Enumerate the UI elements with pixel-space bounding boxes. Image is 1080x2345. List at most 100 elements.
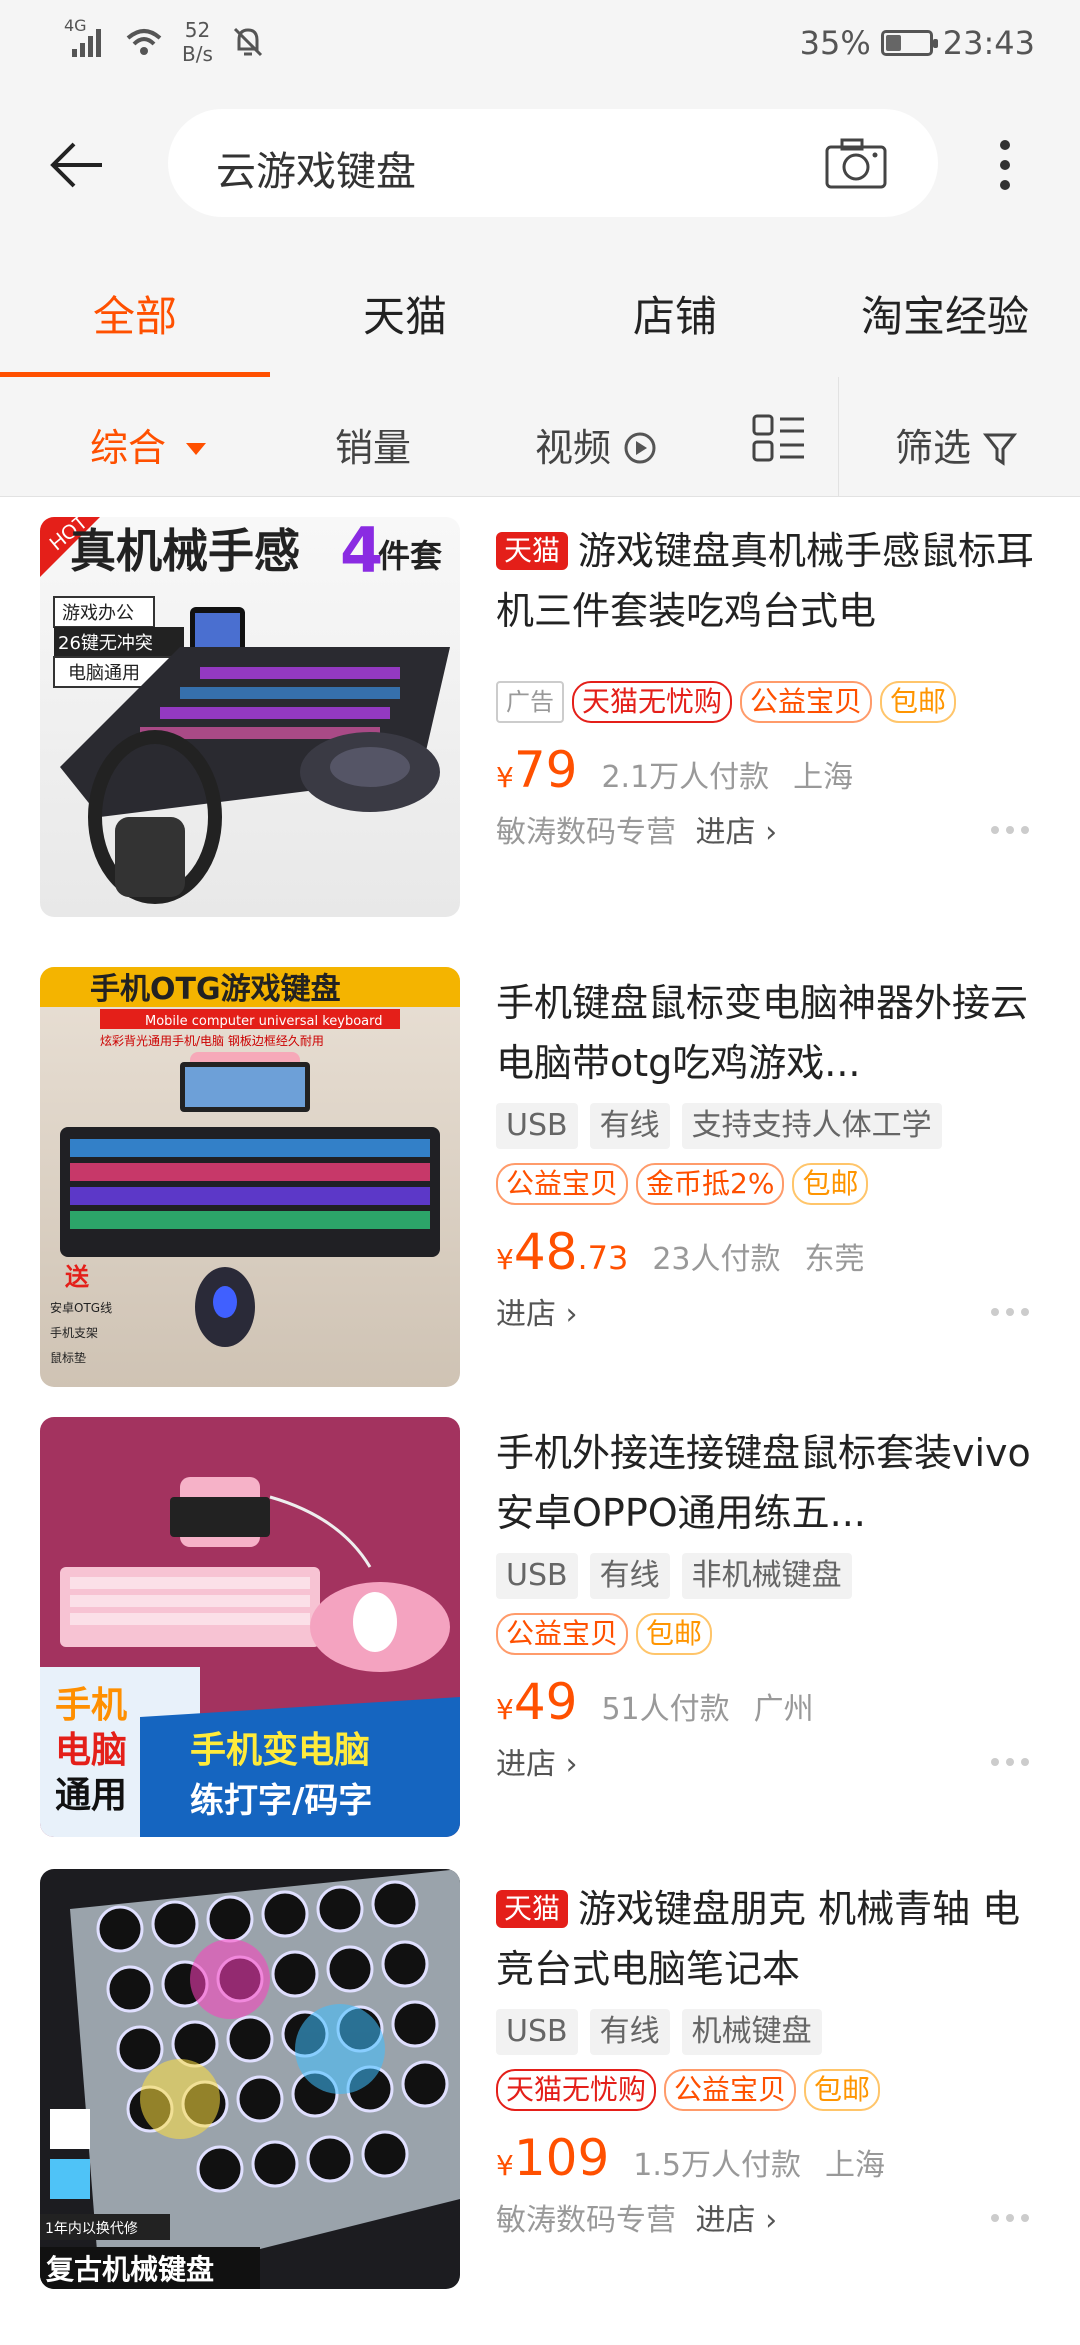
image-subtitle: Mobile computer universal keyboard [145,1014,383,1029]
price: 79 [513,741,578,799]
shop-row: 进店 › [496,1289,1040,1333]
ad-label: 广告 [496,681,564,723]
tab-all[interactable]: 全部 [0,235,270,377]
enter-shop-link[interactable]: 进店 › [496,1297,578,1332]
product-image[interactable]: 手机OTG游戏键盘 Mobile computer universal keyb… [40,967,460,1387]
product-title[interactable]: 手机键盘鼠标变电脑神器外接云电脑带otg吃鸡游戏... [496,973,1040,1093]
product-info: 天猫 游戏键盘朋克 机械青轴 电竞台式电脑笔记本 USB 有线 机械键盘 天猫无忧… [496,1879,1040,2239]
product-info: 手机键盘鼠标变电脑神器外接云电脑带otg吃鸡游戏... USB 有线 支持支持人… [496,973,1040,1333]
product-image[interactable]: 1年内以换代修 复古机械键盘 [40,1869,460,2289]
filter-button[interactable]: 筛选 [895,417,1018,472]
product-card[interactable]: 手机OTG游戏键盘 Mobile computer universal keyb… [0,953,1080,1409]
product-title[interactable]: 天猫 游戏键盘真机械手感鼠标耳机三件套装吃鸡台式电 [496,521,1040,641]
image-headline: 手机OTG游戏键盘 [90,972,341,1007]
shop-name[interactable]: 敏涛数码专营 [496,815,676,850]
layout-toggle-button[interactable] [752,413,806,463]
more-horizontal-icon[interactable] [990,1757,1030,1767]
product-info: 手机外接连接键盘鼠标套装vivo安卓OPPO通用练五... USB 有线 非机械… [496,1423,1040,1783]
image-box2: 26键无冲突 [58,633,153,654]
product-card[interactable]: HOT 真机械手感 4 件套 游戏办公 26键无冲突 电脑通用 天猫 游戏键盘真… [0,497,1080,953]
attr-wired: 有线 [589,2009,670,2055]
attr-usb: USB [496,1103,578,1149]
search-query: 云游戏键盘 [216,149,416,195]
category-tabs: 全部 天猫 店铺 淘宝经验 [0,235,1080,377]
back-button[interactable] [40,130,110,200]
tag-worry-free: 天猫无忧购 [572,681,733,723]
sort-comprehensive[interactable]: 综合 [90,417,207,472]
location: 广州 [753,1692,814,1727]
price-decimal: .73 [577,1239,629,1277]
tag-free-shipping: 包邮 [792,1163,869,1205]
more-vertical-icon [1000,140,1010,190]
keyboard-set-image: HOT 真机械手感 4 件套 游戏办公 26键无冲突 电脑通用 [40,517,450,904]
location: 上海 [793,760,854,795]
product-card[interactable]: 1年内以换代修 复古机械键盘 天猫 游戏键盘朋克 机械青轴 电竞台式电脑笔记本 U… [0,1865,1080,2345]
image-caption: 复古机械键盘 [46,2253,214,2286]
tmall-badge: 天猫 [496,1890,569,1928]
status-bar: 4G 52 B/s 35% 23:43 [0,0,1080,95]
status-left: 4G 52 B/s [64,16,265,66]
image-headline: 真机械手感 [70,524,300,578]
more-horizontal-icon[interactable] [990,825,1030,835]
product-attrs: USB 有线 非机械键盘 [496,1553,1040,1599]
currency-symbol: ¥ [496,2149,514,2182]
gift-item1: 安卓OTG线 [50,1300,112,1315]
product-list: HOT 真机械手感 4 件套 游戏办公 26键无冲突 电脑通用 天猫 游戏键盘真… [0,497,1080,2345]
tab-tmall[interactable]: 天猫 [270,235,540,377]
enter-shop-link[interactable]: 进店 › [696,815,778,850]
tab-taobao-experience[interactable]: 淘宝经验 [810,235,1080,377]
sort-comprehensive-label: 综合 [90,426,167,470]
image-left1: 手机 [55,1685,127,1726]
enter-shop-link[interactable]: 进店 › [696,2203,778,2238]
tag-free-shipping: 包邮 [636,1613,713,1655]
attr-usb: USB [496,2009,578,2055]
status-right: 35% 23:43 [800,24,1035,62]
pink-keyboard-image: 手机 电脑 通用 手机变电脑 练打字/码字 [40,1477,460,1837]
play-circle-icon [624,432,656,464]
currency-symbol: ¥ [496,761,514,794]
tag-charity: 公益宝贝 [664,2069,797,2111]
price-row: ¥ 48 .73 23人付款 东莞 [496,1223,1040,1281]
gift-item2: 手机支架 [50,1326,98,1340]
more-horizontal-icon[interactable] [990,2213,1030,2223]
retro-keyboard-image: 1年内以换代修 复古机械键盘 [40,1869,460,2289]
wifi-icon [126,29,162,55]
gift-label: 送 [65,1263,90,1291]
product-title[interactable]: 手机外接连接键盘鼠标套装vivo安卓OPPO通用练五... [496,1423,1040,1543]
filter-bar: 综合 销量 视频 筛选 [0,377,1080,497]
price-row: ¥ 79 2.1万人付款 上海 [496,741,1040,799]
shop-name[interactable]: 敏涛数码专营 [496,2203,676,2238]
battery-percent: 35% [799,24,871,62]
enter-shop-link[interactable]: 进店 › [496,1747,578,1782]
product-tags: 公益宝贝 包邮 [496,1613,1040,1655]
otg-keyboard-image: 手机OTG游戏键盘 Mobile computer universal keyb… [40,967,460,1365]
arrow-left-icon [50,142,102,188]
image-count: 4 [340,517,383,587]
product-title-text: 游戏键盘真机械手感鼠标耳机三件套装吃鸡台式电 [496,529,1035,633]
more-horizontal-icon[interactable] [990,1307,1030,1317]
image-warranty: 1年内以换代修 [45,2220,138,2237]
product-image[interactable]: 手机 电脑 通用 手机变电脑 练打字/码字 [40,1417,460,1837]
shop-row: 敏涛数码专营 进店 › [496,807,1040,851]
price: 49 [513,1673,578,1731]
tab-shops[interactable]: 店铺 [540,235,810,377]
clock: 23:43 [942,24,1035,62]
search-header: 云游戏键盘 [0,95,1080,235]
camera-search-button[interactable] [824,135,888,191]
product-image[interactable]: HOT 真机械手感 4 件套 游戏办公 26键无冲突 电脑通用 [40,517,460,917]
currency-symbol: ¥ [496,1243,514,1276]
more-options-button[interactable] [990,135,1020,195]
image-subtitle2: 炫彩背光通用手机/电脑 钢板边框经久耐用 [100,1033,324,1048]
network-type: 4G [64,16,87,35]
filter-video[interactable]: 视频 [535,417,657,472]
search-input[interactable]: 云游戏键盘 [168,109,938,217]
price: 109 [513,2129,610,2187]
product-card[interactable]: 手机 电脑 通用 手机变电脑 练打字/码字 手机外接连接键盘鼠标套装vivo安卓… [0,1409,1080,1865]
attr-usb: USB [496,1553,578,1599]
speed-unit: B/s [182,42,213,66]
sort-sales[interactable]: 销量 [335,417,411,472]
product-title[interactable]: 天猫 游戏键盘朋克 机械青轴 电竞台式电脑笔记本 [496,1879,1040,1999]
image-left2: 电脑 [55,1730,127,1771]
filter-divider [838,377,839,497]
tag-free-shipping: 包邮 [804,2069,881,2111]
